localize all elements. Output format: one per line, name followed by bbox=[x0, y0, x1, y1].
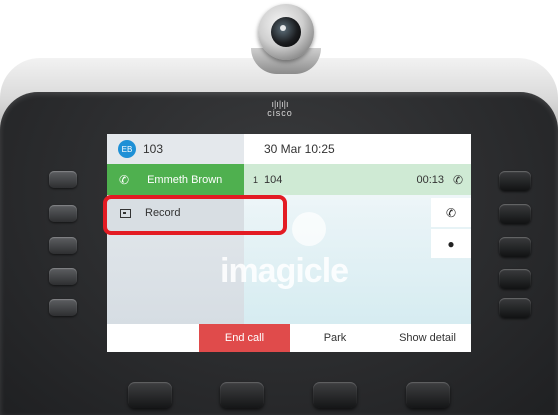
session-key-3[interactable] bbox=[499, 237, 531, 257]
show-detail-button[interactable]: Show detail bbox=[390, 324, 465, 352]
header-datetime-bar: 30 Mar 10:25 bbox=[244, 134, 471, 164]
line-extension: 103 bbox=[143, 142, 164, 156]
line-key-4[interactable] bbox=[49, 268, 77, 285]
session-key-4[interactable] bbox=[499, 269, 531, 289]
line-key-5[interactable] bbox=[49, 299, 77, 316]
softkey-3[interactable] bbox=[313, 382, 357, 408]
softkey-bar: End call Park Show detail bbox=[107, 324, 471, 352]
clock-icon: ● bbox=[447, 236, 455, 251]
softkey-1[interactable] bbox=[128, 382, 172, 408]
active-call-session[interactable]: 1 104 00:13 ✆ bbox=[244, 164, 471, 195]
active-call-icon: ✆ bbox=[119, 172, 130, 187]
call-extension: 104 bbox=[264, 173, 283, 186]
imagicle-watermark: imagicle bbox=[220, 252, 349, 290]
softkey-4[interactable] bbox=[406, 382, 450, 408]
datetime: 30 Mar 10:25 bbox=[264, 142, 335, 156]
phone-call-button[interactable]: ✆ bbox=[431, 198, 471, 227]
brand-label: cisco bbox=[267, 108, 293, 118]
session-key-2[interactable] bbox=[499, 204, 531, 224]
header-line: EB 103 bbox=[107, 134, 244, 164]
park-button[interactable]: Park bbox=[303, 324, 367, 352]
softkey-2[interactable] bbox=[220, 382, 264, 408]
call-timer: 00:13 bbox=[416, 173, 444, 186]
watermark-dot bbox=[292, 212, 326, 246]
line-key-1[interactable] bbox=[49, 171, 77, 188]
line-key-3[interactable] bbox=[49, 237, 77, 254]
cisco-bars-icon: ı|ı|ı|ı bbox=[271, 99, 289, 109]
contact-name: Emmeth Brown bbox=[147, 173, 223, 186]
phone-screen: imagicle EB 103 30 Mar 10:25 ✆ Emmeth Br… bbox=[107, 134, 471, 352]
active-call-line[interactable]: ✆ Emmeth Brown bbox=[107, 164, 244, 195]
recents-button[interactable]: ● bbox=[431, 229, 471, 258]
call-line-number: 1 bbox=[253, 174, 259, 185]
end-call-button[interactable]: End call bbox=[199, 324, 290, 352]
cisco-logo: ı|ı|ı|ı cisco bbox=[255, 99, 305, 119]
record-highlight-box bbox=[103, 195, 287, 235]
session-key-5[interactable] bbox=[499, 298, 531, 318]
call-active-icon: ✆ bbox=[452, 172, 463, 187]
phone-icon: ✆ bbox=[445, 205, 457, 220]
avatar: EB bbox=[118, 140, 136, 158]
session-key-1[interactable] bbox=[499, 171, 531, 191]
camera-lens bbox=[271, 17, 301, 47]
line-key-2[interactable] bbox=[49, 205, 77, 222]
